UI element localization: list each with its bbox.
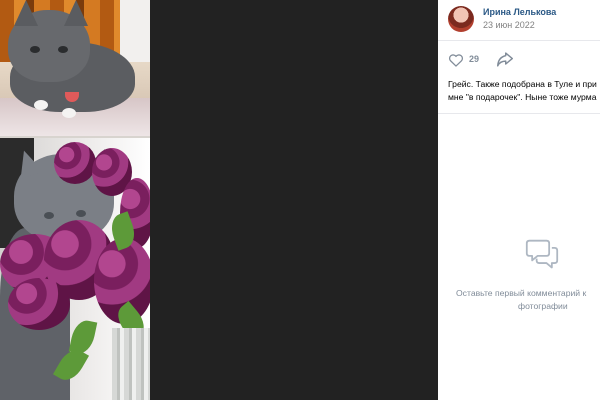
photo[interactable] xyxy=(0,0,150,400)
empty-comments-line: фотографии xyxy=(518,301,568,311)
post-header: Ирина Лелькова 23 июн 2022 xyxy=(438,0,600,40)
likes-count[interactable]: 29 xyxy=(469,54,479,64)
empty-comments-line: Оставьте первый комментарий к xyxy=(456,288,587,298)
heart-icon[interactable] xyxy=(448,53,464,67)
post-text-line: Грейс. Также подобрана в Туле и при xyxy=(448,79,597,89)
post-date[interactable]: 23 июн 2022 xyxy=(483,20,535,30)
empty-comments-message: Оставьте первый комментарий к фотографии xyxy=(456,287,600,313)
comment-icon xyxy=(525,239,559,269)
avatar[interactable] xyxy=(448,6,474,32)
post-text-line: мне "в подарочек". Ныне тоже мурма xyxy=(448,92,597,102)
kitten-photo-top xyxy=(0,0,150,136)
author-name-link[interactable]: Ирина Лелькова xyxy=(483,7,556,17)
kitten-lilac-photo xyxy=(0,138,150,400)
header-divider xyxy=(438,40,600,41)
share-icon[interactable] xyxy=(496,52,514,68)
post-text: Грейс. Также подобрана в Туле и при мне … xyxy=(448,78,600,104)
photo-viewer[interactable] xyxy=(0,0,438,400)
post-actions: 29 xyxy=(438,44,600,74)
text-divider xyxy=(438,113,600,114)
photo-sidebar: Ирина Лелькова 23 июн 2022 29 Грейс. Так… xyxy=(438,0,600,400)
